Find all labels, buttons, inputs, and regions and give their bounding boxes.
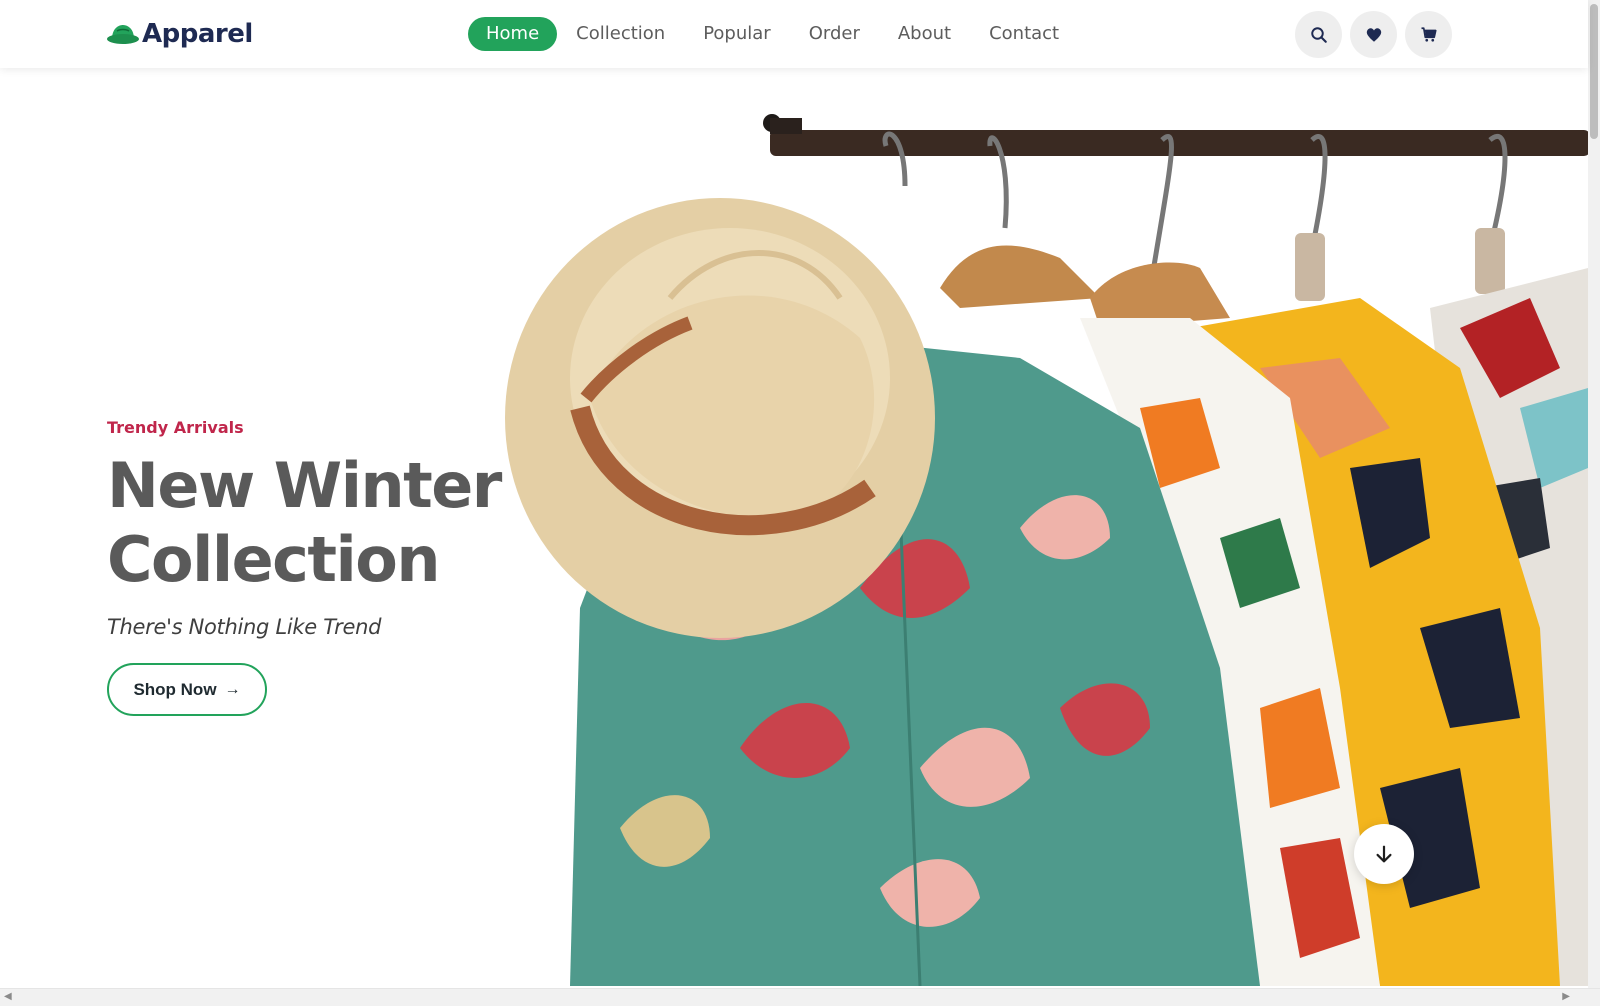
nav-order[interactable]: Order bbox=[790, 17, 879, 51]
wishlist-button[interactable] bbox=[1350, 11, 1397, 58]
search-icon bbox=[1310, 26, 1327, 43]
nav-about[interactable]: About bbox=[879, 17, 970, 51]
main-nav: Home Collection Popular Order About Cont… bbox=[468, 17, 1078, 51]
vertical-scrollbar[interactable] bbox=[1588, 0, 1600, 990]
hero-content: Trendy Arrivals New Winter Collection Th… bbox=[107, 418, 502, 716]
nav-home[interactable]: Home bbox=[468, 17, 558, 51]
hero-clothing-rack-image bbox=[505, 114, 1588, 986]
vertical-scrollbar-thumb[interactable] bbox=[1590, 4, 1598, 139]
site-header: Apparel Home Collection Popular Order Ab… bbox=[0, 0, 1588, 68]
hero-tagline: There's Nothing Like Trend bbox=[107, 615, 382, 639]
brand-logo[interactable]: Apparel bbox=[106, 16, 253, 52]
header-actions bbox=[1295, 11, 1452, 58]
hero-headline-line1: New Winter bbox=[107, 449, 502, 522]
scroll-right-icon[interactable]: ▶ bbox=[1562, 991, 1570, 1002]
cart-button[interactable] bbox=[1405, 11, 1452, 58]
nav-collection[interactable]: Collection bbox=[557, 17, 684, 51]
hero-eyebrow: Trendy Arrivals bbox=[107, 418, 244, 437]
hat-icon bbox=[107, 25, 139, 44]
hero-headline-line2: Collection bbox=[107, 523, 441, 596]
scroll-left-icon[interactable]: ◀ bbox=[4, 991, 12, 1002]
search-button[interactable] bbox=[1295, 11, 1342, 58]
shop-now-button[interactable]: Shop Now → bbox=[107, 663, 267, 716]
cart-icon bbox=[1421, 26, 1437, 42]
arrow-right-icon: → bbox=[224, 680, 241, 698]
brand-name: Apparel bbox=[142, 19, 253, 49]
horizontal-scrollbar[interactable]: ◀ ▶ bbox=[0, 988, 1600, 1006]
shop-now-label: Shop Now bbox=[133, 679, 217, 699]
scroll-down-button[interactable] bbox=[1354, 824, 1414, 884]
nav-popular[interactable]: Popular bbox=[684, 17, 790, 51]
nav-contact[interactable]: Contact bbox=[970, 17, 1078, 51]
hero-headline: New Winter Collection bbox=[107, 449, 502, 597]
arrow-down-icon bbox=[1376, 845, 1392, 863]
hero-section: Trendy Arrivals New Winter Collection Th… bbox=[0, 68, 1588, 986]
heart-icon bbox=[1366, 27, 1381, 42]
